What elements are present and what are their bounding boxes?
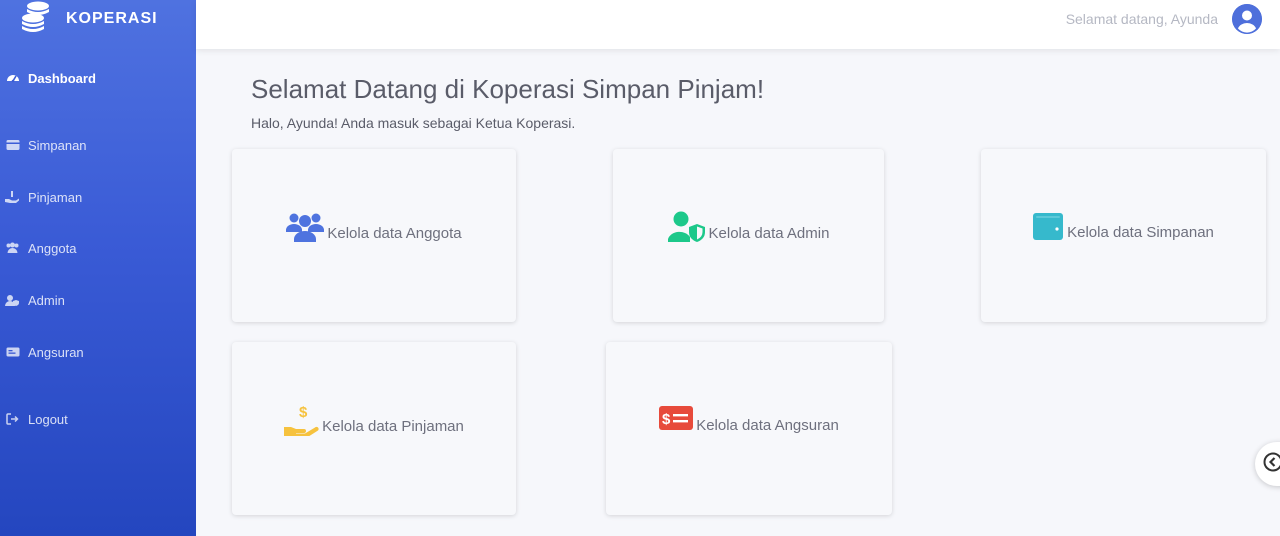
svg-text:$: $ bbox=[299, 404, 308, 421]
hand-holding-usd-icon: $ bbox=[284, 404, 319, 436]
brand[interactable]: KOPERASI bbox=[20, 0, 158, 38]
sidebar-item-pinjaman[interactable]: Pinjaman bbox=[0, 185, 196, 209]
tachometer-icon bbox=[5, 71, 20, 86]
money-bill-icon bbox=[5, 345, 20, 360]
sidebar-item-anggota[interactable]: Anggota bbox=[0, 236, 196, 260]
hand-holding-icon bbox=[5, 190, 20, 205]
sidebar-item-label: Admin bbox=[28, 292, 65, 308]
page-title: Selamat Datang di Koperasi Simpan Pinjam… bbox=[251, 74, 765, 104]
card-label: Kelola data Simpanan bbox=[1067, 223, 1214, 241]
user-shield-icon bbox=[667, 211, 706, 243]
sidebar-item-label: Logout bbox=[28, 411, 68, 427]
card-label: Kelola data Pinjaman bbox=[322, 418, 464, 435]
svg-text:$: $ bbox=[662, 411, 671, 428]
sidebar-item-label: Simpanan bbox=[28, 137, 87, 153]
brand-name: KOPERASI bbox=[66, 10, 158, 27]
sidebar-item-label: Anggota bbox=[28, 240, 77, 256]
user-greeting[interactable]: Selamat datang, Ayunda bbox=[1066, 11, 1218, 27]
sidebar-item-label: Dashboard bbox=[28, 70, 96, 86]
card-simpanan[interactable]: Kelola data Simpanan bbox=[981, 149, 1266, 322]
collapse-toggle-button[interactable] bbox=[1255, 442, 1280, 486]
sidebar-item-dashboard[interactable]: Dashboard bbox=[0, 66, 196, 90]
card-anggota[interactable]: Kelola data Anggota bbox=[232, 149, 516, 322]
coins-icon bbox=[20, 0, 52, 39]
users-icon bbox=[286, 211, 325, 243]
users-icon bbox=[5, 241, 20, 256]
sidebar: KOPERASI Dashboard Simpanan Pinjaman Ang… bbox=[0, 0, 196, 536]
card-icon bbox=[5, 138, 20, 153]
card-pinjaman[interactable]: $ Kelola data Pinjaman bbox=[232, 342, 516, 515]
sidebar-item-admin[interactable]: Admin bbox=[0, 288, 196, 312]
user-shield-icon bbox=[5, 293, 20, 308]
sidebar-item-simpanan[interactable]: Simpanan bbox=[0, 133, 196, 157]
money-check-icon: $ bbox=[659, 405, 694, 435]
card-admin[interactable]: Kelola data Admin bbox=[613, 149, 884, 322]
card-label: Kelola data Admin bbox=[708, 225, 830, 242]
sidebar-item-label: Pinjaman bbox=[28, 189, 83, 205]
wallet-icon bbox=[1033, 212, 1064, 242]
page-subtitle: Halo, Ayunda! Anda masuk sebagai Ketua K… bbox=[251, 115, 576, 131]
sign-out-icon bbox=[5, 412, 20, 427]
card-label: Kelola data Anggota bbox=[327, 225, 462, 242]
sidebar-item-logout[interactable]: Logout bbox=[0, 407, 196, 431]
topbar: Selamat datang, Ayunda bbox=[196, 0, 1280, 49]
card-angsuran[interactable]: $ Kelola data Angsuran bbox=[606, 342, 892, 515]
card-label: Kelola data Angsuran bbox=[696, 416, 839, 434]
user-circle-icon[interactable] bbox=[1232, 4, 1262, 34]
sidebar-item-angsuran[interactable]: Angsuran bbox=[0, 340, 196, 364]
chevron-left-circle-icon bbox=[1263, 452, 1280, 477]
sidebar-item-label: Angsuran bbox=[28, 344, 84, 360]
